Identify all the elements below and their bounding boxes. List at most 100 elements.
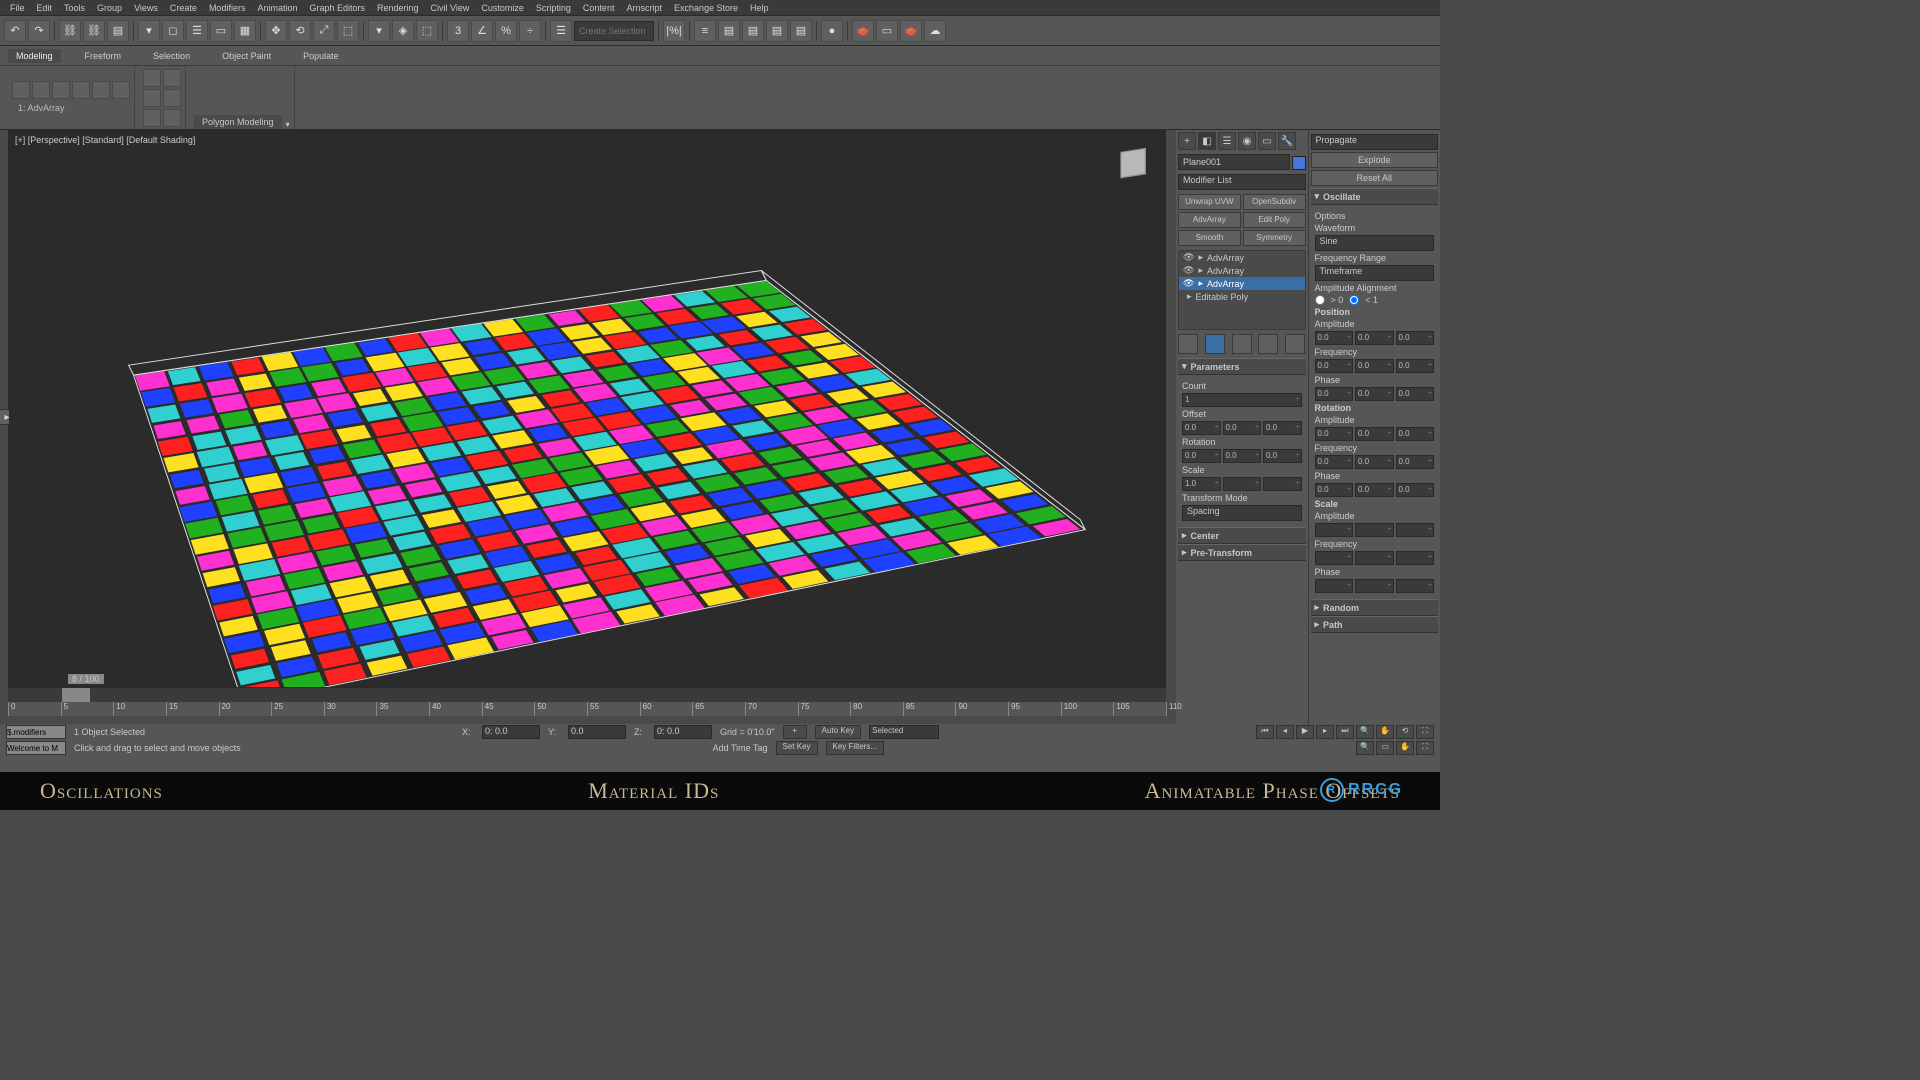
scl-freq-z-spinner[interactable] [1396, 551, 1435, 565]
rot-phase-z-spinner[interactable]: 0.0 [1396, 483, 1435, 497]
keymode-dropdown[interactable]: Selected [869, 725, 939, 739]
time-slider[interactable]: 8 / 100 [8, 688, 1166, 702]
scl-amp-x-spinner[interactable] [1315, 523, 1354, 537]
ribbon-opt4-icon[interactable] [163, 89, 181, 107]
autokey-button[interactable]: Auto Key [815, 725, 861, 739]
rot-amp-y-spinner[interactable]: 0.0 [1355, 427, 1394, 441]
pos-phase-x-spinner[interactable]: 0.0 [1315, 387, 1354, 401]
make-unique-icon[interactable] [1232, 334, 1252, 354]
ribbon-selection[interactable]: Selection [145, 49, 198, 63]
rot-phase-x-spinner[interactable]: 0.0 [1315, 483, 1354, 497]
pos-phase-z-spinner[interactable]: 0.0 [1396, 387, 1435, 401]
freq-range-dropdown[interactable]: Timeframe [1315, 265, 1435, 281]
time-ruler[interactable]: 0510152025303540455055606570758085909510… [8, 702, 1166, 716]
nav-orbit-icon[interactable]: ⟲ [1396, 725, 1414, 739]
maxscript-input[interactable] [6, 725, 66, 739]
pos-freq-z-spinner[interactable]: 0.0 [1396, 359, 1435, 373]
selection-set-input[interactable] [574, 21, 654, 41]
pos-freq-y-spinner[interactable]: 0.0 [1355, 359, 1394, 373]
ribbon-opt6-icon[interactable] [163, 109, 181, 127]
menu-animation[interactable]: Animation [251, 3, 303, 13]
object-color-swatch[interactable] [1292, 156, 1306, 170]
modifier-list-dropdown[interactable]: Modifier List [1178, 174, 1306, 190]
collapse-icon[interactable] [12, 81, 30, 99]
setkey-button[interactable]: Set Key [776, 741, 818, 755]
menu-file[interactable]: File [4, 3, 31, 13]
stack-item-selected[interactable]: 👁▸AdvArray [1179, 277, 1305, 290]
menu-arnscript[interactable]: Arnscript [620, 3, 668, 13]
sub-vertex-icon[interactable] [32, 81, 50, 99]
pos-amp-x-spinner[interactable]: 0.0 [1315, 331, 1354, 345]
render-frame-icon[interactable]: ▭ [876, 20, 898, 42]
hierarchy-tab-icon[interactable]: ☰ [1218, 132, 1236, 150]
mirror-icon[interactable]: |%| [663, 20, 685, 42]
ribbon-opt1-icon[interactable] [143, 69, 161, 87]
utilities-tab-icon[interactable]: 🔧 [1278, 132, 1296, 150]
nav-pan-icon[interactable]: ✋ [1376, 725, 1394, 739]
select-filter-icon[interactable]: ▾ [138, 20, 160, 42]
modifier-stack[interactable]: 👁▸AdvArray 👁▸AdvArray 👁▸AdvArray ▸Editab… [1178, 250, 1306, 330]
reset-all-button[interactable]: Reset All [1311, 170, 1439, 186]
nav-pan2-icon[interactable]: ✋ [1396, 741, 1414, 755]
y-coord-input[interactable]: 0.0 [568, 725, 626, 739]
rot-freq-x-spinner[interactable]: 0.0 [1315, 455, 1354, 469]
ribbon-freeform[interactable]: Freeform [77, 49, 130, 63]
menu-scripting[interactable]: Scripting [530, 3, 577, 13]
menu-civilview[interactable]: Civil View [425, 3, 476, 13]
configure-sets-icon[interactable] [1285, 334, 1305, 354]
material-icon[interactable]: ● [821, 20, 843, 42]
rotation-x-spinner[interactable]: 0.0 [1182, 449, 1221, 463]
play-icon[interactable]: ▶ [1296, 725, 1314, 739]
center-rollout[interactable]: ▸Center [1178, 527, 1306, 544]
select-name-icon[interactable]: ☰ [186, 20, 208, 42]
show-end-result-icon[interactable] [1205, 334, 1225, 354]
menu-edit[interactable]: Edit [31, 3, 59, 13]
render-setup-icon[interactable]: 🫖 [852, 20, 874, 42]
transform-mode-dropdown[interactable]: Spacing [1182, 505, 1302, 521]
nav-zoom2-icon[interactable]: 🔍 [1356, 741, 1374, 755]
modify-tab-icon[interactable]: ◧ [1198, 132, 1216, 150]
oscillate-rollout[interactable]: ▾Oscillate [1311, 188, 1439, 205]
select-icon[interactable]: ◻ [162, 20, 184, 42]
z-coord-input[interactable]: 0: 0.0 [654, 725, 712, 739]
parameters-rollout[interactable]: ▾Parameters [1178, 358, 1306, 375]
perspective-viewport[interactable]: [+] [Perspective] [Standard] [Default Sh… [9, 131, 1165, 687]
ribbon-objectpaint[interactable]: Object Paint [214, 49, 279, 63]
rotation-y-spinner[interactable]: 0.0 [1223, 449, 1262, 463]
unlink-icon[interactable]: ⛓ [83, 20, 105, 42]
rot-amp-x-spinner[interactable]: 0.0 [1315, 427, 1354, 441]
align-lo-radio[interactable] [1315, 295, 1325, 305]
rotation-z-spinner[interactable]: 0.0 [1263, 449, 1302, 463]
render-icon[interactable]: 🫖 [900, 20, 922, 42]
layer-icon[interactable]: ▤ [718, 20, 740, 42]
angle-snap-icon[interactable]: ∠ [471, 20, 493, 42]
rot-amp-z-spinner[interactable]: 0.0 [1396, 427, 1435, 441]
scale-z-spinner[interactable] [1263, 477, 1302, 491]
rot-phase-y-spinner[interactable]: 0.0 [1355, 483, 1394, 497]
ribbon-opt2-icon[interactable] [163, 69, 181, 87]
menu-create[interactable]: Create [164, 3, 203, 13]
render-online-icon[interactable]: ☁ [924, 20, 946, 42]
menu-group[interactable]: Group [91, 3, 128, 13]
edit-sel-icon[interactable]: ☰ [550, 20, 572, 42]
mod-advarray-button[interactable]: AdvArray [1178, 212, 1241, 228]
bind-icon[interactable]: ▤ [107, 20, 129, 42]
add-time-tag[interactable]: Add Time Tag [713, 743, 768, 753]
menu-help[interactable]: Help [744, 3, 775, 13]
scl-freq-y-spinner[interactable] [1355, 551, 1394, 565]
mod-unwrap-button[interactable]: Unwrap UVW [1178, 194, 1241, 210]
random-rollout[interactable]: ▸Random [1311, 599, 1439, 616]
nav-field-icon[interactable]: ▭ [1376, 741, 1394, 755]
pos-phase-y-spinner[interactable]: 0.0 [1355, 387, 1394, 401]
menu-customize[interactable]: Customize [475, 3, 530, 13]
object-name-input[interactable] [1178, 154, 1290, 170]
x-coord-input[interactable]: 0: 0.0 [482, 725, 540, 739]
waveform-dropdown[interactable]: Sine [1315, 235, 1435, 251]
goto-end-icon[interactable]: ⏭ [1336, 725, 1354, 739]
percent-snap-icon[interactable]: % [495, 20, 517, 42]
pretransform-rollout[interactable]: ▸Pre-Transform [1178, 544, 1306, 561]
explode-button[interactable]: Explode [1311, 152, 1439, 168]
menu-grapheditors[interactable]: Graph Editors [303, 3, 371, 13]
sub-poly-icon[interactable] [92, 81, 110, 99]
next-frame-icon[interactable]: ▸ [1316, 725, 1334, 739]
